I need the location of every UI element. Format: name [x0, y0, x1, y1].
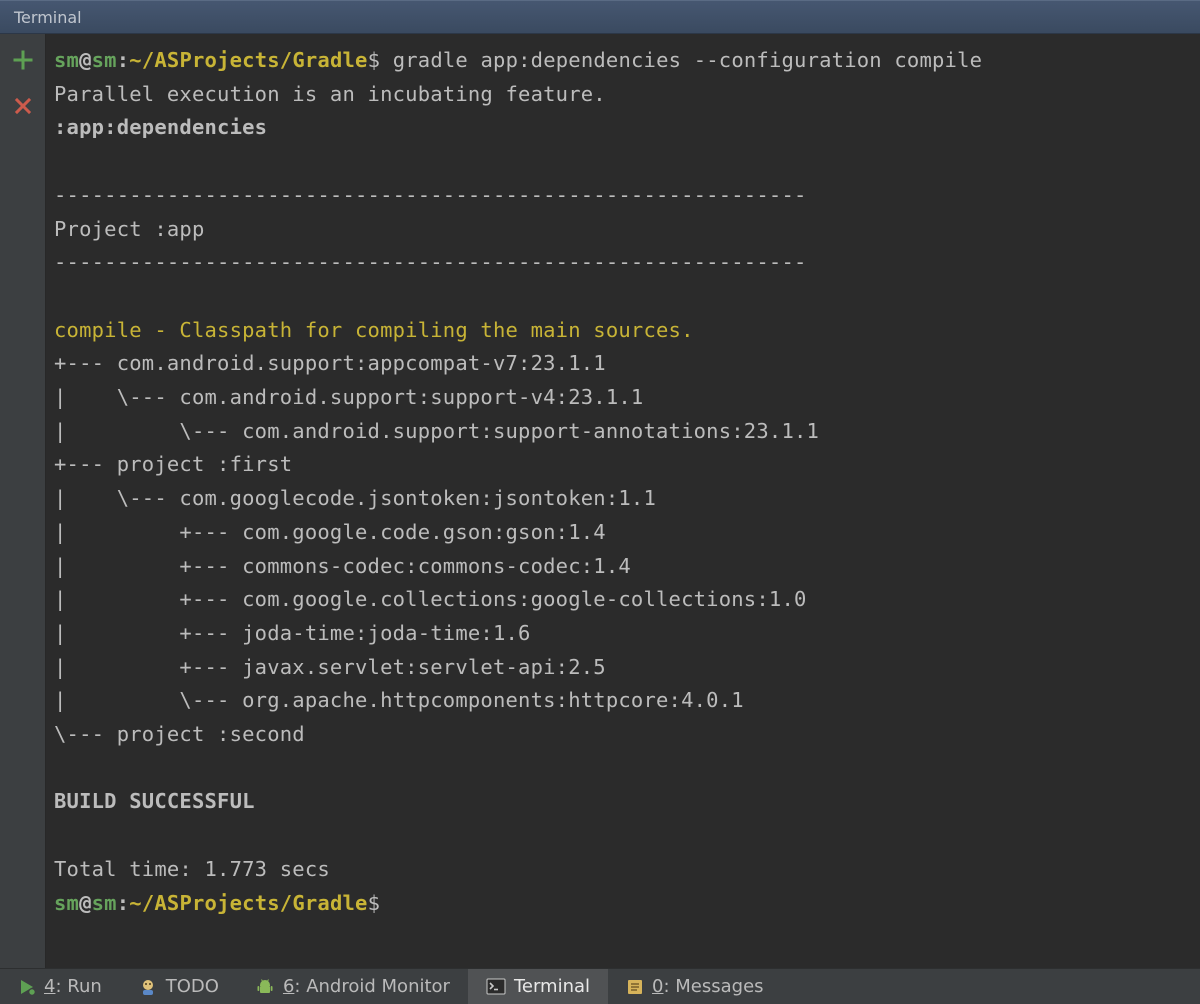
line-parallel: Parallel execution is an incubating feat…	[54, 82, 606, 106]
close-icon	[14, 97, 32, 115]
prompt-user: sm	[54, 48, 79, 72]
tree-line: | +--- joda-time:joda-time:1.6	[54, 621, 531, 645]
tree-line: | +--- commons-codec:commons-codec:1.4	[54, 554, 631, 578]
tree-line: | +--- com.google.collections:google-col…	[54, 587, 807, 611]
line-rule-2: ----------------------------------------…	[54, 250, 807, 274]
tree-line: | \--- com.android.support:support-annot…	[54, 419, 819, 443]
run-icon	[18, 978, 36, 996]
tab-terminal-label: Terminal	[514, 976, 590, 997]
tab-todo[interactable]: TODO	[120, 969, 237, 1004]
tab-run[interactable]: 4: Run	[0, 969, 120, 1004]
prompt-path: ~/ASProjects/Gradle	[129, 48, 367, 72]
bottom-tool-bar: 4: Run TODO	[0, 968, 1200, 1004]
prompt-command: gradle app:dependencies --configuration …	[393, 48, 982, 72]
tree-line: +--- project :first	[54, 452, 292, 476]
android-icon	[255, 977, 275, 997]
messages-icon	[626, 978, 644, 996]
line-time: Total time: 1.773 secs	[54, 857, 330, 881]
prompt-at: @	[79, 48, 92, 72]
plus-icon	[13, 50, 33, 70]
tab-messages[interactable]: 0: Messages	[608, 969, 782, 1004]
terminal-panel: sm@sm:~/ASProjects/Gradle$ gradle app:de…	[0, 34, 1200, 968]
tree-line: | \--- com.android.support:support-v4:23…	[54, 385, 643, 409]
prompt-dollar: $	[368, 48, 381, 72]
line-rule-1: ----------------------------------------…	[54, 183, 807, 207]
line-task: :app:dependencies	[54, 115, 267, 139]
terminal-icon	[486, 978, 506, 996]
prompt-host: sm	[92, 48, 117, 72]
tab-messages-label: 0: Messages	[652, 976, 764, 997]
tree-line: +--- com.android.support:appcompat-v7:23…	[54, 351, 606, 375]
tree-line: | \--- org.apache.httpcomponents:httpcor…	[54, 688, 744, 712]
tab-terminal[interactable]: Terminal	[468, 969, 608, 1004]
close-terminal-button[interactable]	[11, 94, 35, 118]
tree-line: \--- project :second	[54, 722, 305, 746]
todo-icon	[138, 977, 158, 997]
prompt-user-2: sm	[54, 891, 79, 915]
add-terminal-button[interactable]	[11, 48, 35, 72]
terminal-side-toolbar	[0, 34, 46, 968]
tab-android-monitor[interactable]: 6: Android Monitor	[237, 969, 468, 1004]
tree-line: | \--- com.googlecode.jsontoken:jsontoke…	[54, 486, 656, 510]
tab-run-label: 4: Run	[44, 976, 102, 997]
tool-window-title-label: Terminal	[14, 8, 82, 27]
terminal-output[interactable]: sm@sm:~/ASProjects/Gradle$ gradle app:de…	[46, 34, 1200, 968]
line-build: BUILD SUCCESSFUL	[54, 789, 255, 813]
tree-line: | +--- com.google.code.gson:gson:1.4	[54, 520, 606, 544]
line-project: Project :app	[54, 217, 205, 241]
line-config: compile - Classpath for compiling the ma…	[54, 318, 694, 342]
tree-line: | +--- javax.servlet:servlet-api:2.5	[54, 655, 606, 679]
prompt-colon: :	[117, 48, 130, 72]
tab-todo-label: TODO	[166, 976, 219, 997]
tool-window-title[interactable]: Terminal	[0, 0, 1200, 34]
tab-monitor-label: 6: Android Monitor	[283, 976, 450, 997]
